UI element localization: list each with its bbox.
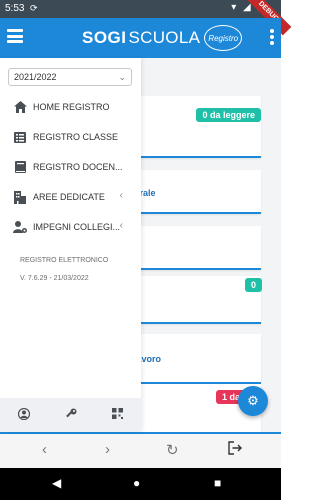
menu-item-label: REGISTRO CLASSE bbox=[33, 132, 119, 142]
reload-icon[interactable]: ↻ bbox=[166, 441, 179, 459]
chevron-left-icon: ‹ bbox=[119, 190, 123, 201]
android-nav-bar: ◀ ● ■ bbox=[0, 468, 281, 500]
chevron-down-icon: ⌄ bbox=[118, 72, 126, 82]
logo-registro-badge: Registro bbox=[204, 25, 243, 51]
key-icon[interactable] bbox=[65, 408, 77, 423]
menu-item-impegni-collegiali[interactable]: IMPEGNI COLLEGI... ‹ bbox=[0, 212, 141, 242]
user-gear-icon bbox=[13, 220, 27, 234]
back-icon[interactable]: ‹ bbox=[42, 441, 47, 458]
recents-square-icon[interactable]: ■ bbox=[214, 476, 221, 490]
version-info: REGISTRO ELETTRONICO V. 7.6.29 - 21/03/2… bbox=[20, 254, 108, 286]
home-icon bbox=[13, 100, 27, 114]
qrcode-icon[interactable] bbox=[112, 408, 124, 422]
menu-item-home[interactable]: HOME REGISTRO bbox=[0, 92, 141, 122]
back-triangle-icon[interactable]: ◀ bbox=[52, 476, 61, 490]
logo-brand-light: SCUOLA bbox=[128, 28, 201, 47]
user-circle-icon[interactable] bbox=[17, 407, 30, 423]
unread-badge: 0 da leggere bbox=[196, 108, 261, 122]
year-select-value: 2021/2022 bbox=[14, 72, 57, 82]
settings-fab[interactable]: ⚙ bbox=[238, 386, 268, 416]
status-bar: 5:53 ⟳ ▾ ◢ ▮ DEBUG bbox=[0, 0, 292, 36]
home-circle-icon[interactable]: ● bbox=[133, 476, 140, 490]
forward-icon[interactable]: › bbox=[105, 441, 110, 458]
drawer-footer bbox=[0, 398, 141, 432]
menu-item-label: IMPEGNI COLLEGI... bbox=[33, 222, 121, 232]
building-icon bbox=[13, 190, 27, 204]
menu-item-label: HOME REGISTRO bbox=[33, 102, 110, 112]
menu-item-registro-docente[interactable]: REGISTRO DOCEN... bbox=[0, 152, 141, 182]
logo-brand-bold: SOGI bbox=[82, 28, 127, 47]
sync-icon: ⟳ bbox=[30, 3, 38, 13]
book-icon bbox=[13, 160, 27, 174]
gear-icon: ⚙ bbox=[247, 393, 259, 408]
count-badge: 0 bbox=[244, 278, 262, 292]
menu-item-label: REGISTRO DOCEN... bbox=[33, 162, 123, 172]
list-icon bbox=[13, 130, 27, 144]
chevron-left-icon: ‹ bbox=[119, 220, 123, 231]
app-logo: SOGI SCUOLA Registro bbox=[82, 24, 243, 52]
app-bar: SOGI SCUOLA Registro bbox=[0, 18, 281, 58]
year-select[interactable]: 2021/2022 ⌄ bbox=[8, 68, 132, 86]
status-time: 5:53 bbox=[5, 3, 25, 14]
drawer-menu: HOME REGISTRO REGISTRO CLASSE REGISTRO D… bbox=[0, 92, 141, 242]
hamburger-icon[interactable] bbox=[7, 29, 23, 43]
logout-icon[interactable] bbox=[228, 441, 242, 459]
menu-item-aree-dedicate[interactable]: AREE DEDICATE ‹ bbox=[0, 182, 141, 212]
navigation-drawer: 2021/2022 ⌄ HOME REGISTRO REGISTRO CLASS… bbox=[0, 58, 141, 432]
menu-item-registro-classe[interactable]: REGISTRO CLASSE bbox=[0, 122, 141, 152]
menu-item-label: AREE DEDICATE bbox=[33, 192, 105, 202]
version-text: V. 7.6.29 - 21/03/2022 bbox=[20, 275, 89, 282]
browser-nav-bar: ‹ › ↻ bbox=[0, 434, 281, 468]
kebab-icon[interactable] bbox=[270, 29, 274, 47]
version-title: REGISTRO ELETTRONICO bbox=[20, 257, 109, 264]
